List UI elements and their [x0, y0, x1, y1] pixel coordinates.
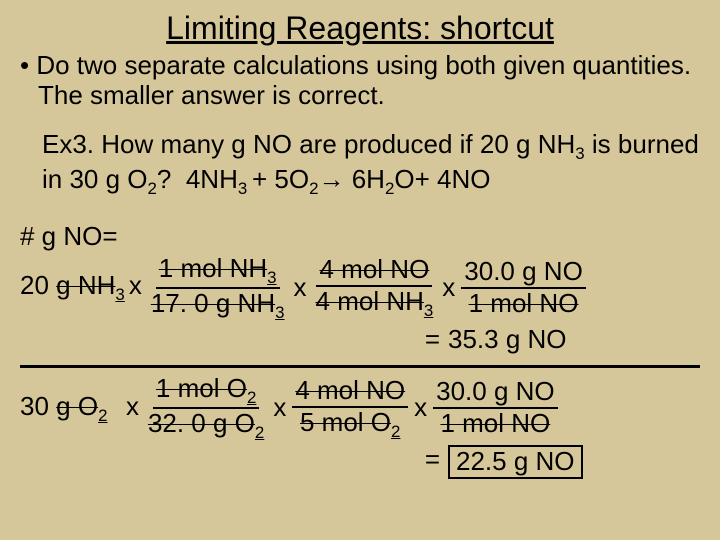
c1-frac2: 4 mol NO 4 mol NH3 — [313, 255, 437, 321]
eq-arrow: → — [318, 164, 344, 194]
c2-f3d: 1 mol NO — [440, 408, 550, 438]
slide-title: Limiting Reagents: shortcut — [20, 10, 700, 47]
eq-g: 4NO — [437, 164, 490, 194]
c2-frac2: 4 mol NO 5 mol O2 — [292, 376, 408, 442]
divider — [20, 365, 700, 368]
c1-eq: = — [20, 325, 448, 355]
c1-f1d: 17. 0 g NH — [151, 288, 275, 318]
calc-chain-2: 30 g O2 x 1 mol O2 32. 0 g O2 x 4 mol NO… — [20, 374, 700, 443]
c2-frac3: 30.0 g NO 1 mol NO — [433, 377, 558, 439]
c2-eq: = — [20, 445, 448, 479]
c1-frac1: 1 mol NH3 17. 0 g NH3 — [148, 254, 288, 323]
bullet-text: • Do two separate calculations using bot… — [38, 51, 700, 111]
bullet-content: Do two separate calculations using both … — [36, 50, 691, 110]
c2-frac1: 1 mol O2 32. 0 g O2 — [145, 374, 267, 443]
times-2a: x — [126, 391, 139, 421]
c2-f2d: 5 mol O — [300, 407, 391, 437]
calc-chain-1: 20 g NH3x 1 mol NH3 17. 0 g NH3 x 4 mol … — [20, 254, 700, 323]
eq-f: O+ — [394, 164, 429, 194]
eq-a: 4NH — [186, 164, 238, 194]
example-label: Ex3. — [42, 129, 94, 159]
c2-qty: 30 — [20, 391, 49, 421]
c1-qty: 20 — [20, 270, 49, 300]
example-q1: How many g NO are produced if 20 g NH — [101, 129, 575, 159]
eq-e: 6H — [352, 164, 385, 194]
c1-result-row: = 35.3 g NO — [20, 325, 700, 355]
times-1c: x — [442, 273, 455, 303]
times-1a: x — [129, 270, 142, 300]
calculation-block: # g NO= 20 g NH3x 1 mol NH3 17. 0 g NH3 … — [20, 222, 700, 479]
c2-result-box: 22.5 g NO — [448, 445, 583, 479]
c1-f2d: 4 mol NH — [316, 286, 424, 316]
c1-f3d: 1 mol NO — [469, 288, 579, 318]
c1-f1n: 1 mol NH — [159, 253, 267, 283]
c2-f3n: 30.0 g NO — [433, 377, 558, 409]
c1-unit: g NH — [56, 270, 115, 300]
times-2b: x — [273, 393, 286, 423]
calc-header: # g NO= — [20, 222, 700, 252]
example-text: Ex3. How many g NO are produced if 20 g … — [42, 129, 700, 200]
c2-f2n: 4 mol NO — [295, 375, 405, 405]
c1-f2n: 4 mol NO — [319, 254, 429, 284]
c1-f3n: 30.0 g NO — [461, 257, 586, 289]
eq-b: + — [252, 164, 267, 194]
times-1b: x — [294, 273, 307, 303]
c2-result-row: = 22.5 g NO — [20, 445, 700, 479]
c2-f1n: 1 mol O — [156, 373, 247, 403]
example-q3: ? — [157, 164, 171, 194]
c1-result: 35.3 g NO — [448, 325, 567, 355]
c2-unit: g O — [56, 391, 98, 421]
c2-f1d: 32. 0 g O — [148, 408, 255, 438]
c1-frac3: 30.0 g NO 1 mol NO — [461, 257, 586, 319]
eq-c: 5O — [274, 164, 309, 194]
times-2c: x — [414, 393, 427, 423]
